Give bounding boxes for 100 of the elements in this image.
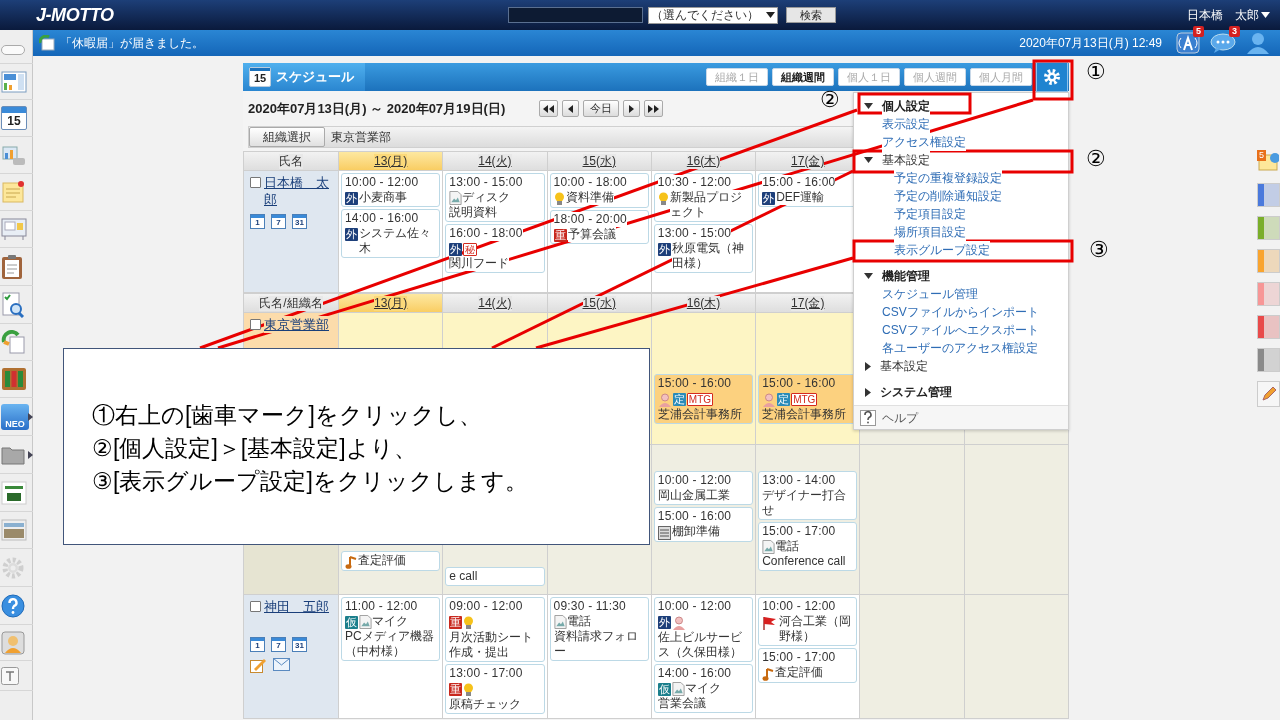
caret-right-icon[interactable] xyxy=(865,361,871,371)
menu-link[interactable]: アクセス権設定 xyxy=(882,133,966,151)
select-field[interactable]: （選んでください） xyxy=(648,6,778,24)
binders-icon[interactable] xyxy=(1,367,27,391)
calendar-icon[interactable]: 7 xyxy=(271,637,286,652)
document-search-icon[interactable] xyxy=(1,291,25,318)
text-icon[interactable] xyxy=(1,666,19,685)
schedule-event[interactable]: 09:30 - 11:30 電話 資料請求フォロー xyxy=(549,597,649,661)
previous-day-button[interactable] xyxy=(562,100,580,117)
user-menu[interactable]: 日本橋 太郎 xyxy=(1187,6,1270,24)
menu-heading[interactable]: 機能管理 xyxy=(882,267,930,285)
day-link[interactable]: 16(木) xyxy=(686,295,721,311)
help-icon[interactable] xyxy=(860,409,876,426)
caret-down-icon[interactable] xyxy=(864,157,873,163)
calendar-icon[interactable]: 15 xyxy=(1,106,27,130)
schedule-event[interactable]: 16:00 - 18:00 外 秘 関川フード xyxy=(445,224,545,273)
schedule-event[interactable]: 11:00 - 12:00 仮 マイク PCメディア機器（中村様） xyxy=(341,597,441,661)
menu-heading[interactable]: 基本設定 xyxy=(880,357,928,375)
pencil-tab[interactable] xyxy=(1257,381,1280,407)
schedule-event[interactable]: 10:00 - 12:00 外 小麦商事 xyxy=(341,173,441,207)
schedule-event[interactable]: 15:00 - 17:00 査定評価 xyxy=(758,648,858,683)
logo[interactable]: J-MOTTO xyxy=(36,1,136,29)
menu-link[interactable]: 場所項目設定 xyxy=(894,223,966,241)
schedule-event[interactable]: 15:00 - 16:00 棚卸準備 xyxy=(653,507,754,542)
menu-link[interactable]: CSVファイルからインポート xyxy=(882,303,1039,321)
schedule-event[interactable]: 09:00 - 12:00 重 月次活動シート作成・提出 xyxy=(445,597,545,662)
schedule-event[interactable]: 13:00 - 15:00 ディスク 説明資料 xyxy=(445,173,545,222)
color-tab[interactable] xyxy=(1257,348,1280,372)
day-link[interactable]: 14(火) xyxy=(478,295,512,311)
next-day-button[interactable] xyxy=(623,100,641,117)
checkbox[interactable] xyxy=(250,601,261,612)
schedule-event[interactable]: 10:00 - 12:00 外 佐上ビルサービス（久保田様） xyxy=(653,597,754,662)
edit-icon[interactable] xyxy=(250,658,267,673)
memo-icon[interactable] xyxy=(1257,150,1279,172)
checkbox[interactable] xyxy=(250,177,261,188)
antenna-icon[interactable] xyxy=(1176,32,1200,54)
toggle-icon[interactable] xyxy=(1,44,25,55)
name-link[interactable]: 日本橋 太郎 xyxy=(264,174,332,208)
schedule-event[interactable]: 18:00 - 20:00 重 予算会議 xyxy=(549,210,649,244)
day-link[interactable]: 15(水) xyxy=(582,153,616,169)
color-tab[interactable] xyxy=(1257,183,1280,207)
next-week-button[interactable] xyxy=(644,100,664,117)
schedule-event[interactable]: 15:00 - 17:00 電話 Conference call xyxy=(758,522,858,571)
search-field[interactable] xyxy=(508,7,643,23)
menu-link[interactable]: 表示グループ設定 xyxy=(894,241,990,259)
schedule-event[interactable]: 10:00 - 18:00 資料準備 xyxy=(549,173,649,208)
day-link[interactable]: 13(月) xyxy=(373,295,408,311)
search-button[interactable]: 検索 xyxy=(786,7,836,23)
memo-icon[interactable] xyxy=(1,180,25,204)
notice-message[interactable]: 「休暇届」が届きました。 xyxy=(60,34,204,52)
color-tab[interactable] xyxy=(1257,216,1280,240)
caret-right-icon[interactable] xyxy=(865,387,871,397)
calendar-icon[interactable]: 7 xyxy=(271,214,286,229)
day-link[interactable]: 13(月) xyxy=(373,153,408,169)
menu-link[interactable]: CSVファイルへエクスポート xyxy=(882,321,1039,339)
user-icon[interactable] xyxy=(1246,32,1270,54)
menu-heading[interactable]: システム管理 xyxy=(880,383,952,401)
submenu-arrow-icon[interactable] xyxy=(28,412,33,421)
schedule-event[interactable]: 10:00 - 12:00 河合工業（岡野様） xyxy=(758,597,858,646)
schedule-event[interactable]: e call xyxy=(445,567,545,586)
calendar-icon[interactable]: 31 xyxy=(292,214,307,229)
help-link[interactable]: ヘルプ xyxy=(882,408,918,427)
caret-down-icon[interactable] xyxy=(864,103,873,109)
view-tab[interactable]: 組織週間 xyxy=(772,68,834,86)
day-link[interactable]: 16(木) xyxy=(686,153,721,169)
menu-link[interactable]: 表示設定 xyxy=(882,115,930,133)
schedule-event[interactable]: 査定評価 xyxy=(341,551,441,571)
menu-link[interactable]: 予定項目設定 xyxy=(894,205,966,223)
schedule-event[interactable]: 10:30 - 12:00 新製品プロジェクト xyxy=(653,173,754,222)
name-link[interactable]: 神田 五郎 xyxy=(264,598,329,615)
menu-link[interactable]: スケジュール管理 xyxy=(882,285,978,303)
settings-button[interactable] xyxy=(1036,61,1068,92)
dashboard-icon[interactable] xyxy=(1,70,27,93)
menu-link[interactable]: 予定の重複登録設定 xyxy=(894,169,1002,187)
previous-week-button[interactable] xyxy=(539,100,559,117)
mail-icon[interactable] xyxy=(273,658,290,671)
schedule-event[interactable]: 13:00 - 15:00 外 秋原電気（神田様） xyxy=(653,224,754,273)
color-tab[interactable] xyxy=(1257,249,1280,273)
day-link[interactable]: 17(金) xyxy=(791,153,825,169)
schedule-event[interactable]: 15:00 - 16:00 定 MTG 芝浦会計事務所 xyxy=(653,374,754,424)
organization-select-button[interactable]: 組織選択 xyxy=(249,127,325,147)
schedule-event[interactable]: 13:00 - 14:00 デザイナー打合せ xyxy=(758,471,858,520)
color-tab[interactable] xyxy=(1257,282,1280,306)
menu-heading[interactable]: 基本設定 xyxy=(882,151,930,169)
schedule-event[interactable]: 14:00 - 16:00 仮 マイク 営業会議 xyxy=(653,664,754,713)
calendar-icon[interactable]: 31 xyxy=(292,637,307,652)
clipboard-icon[interactable] xyxy=(1,253,23,280)
menu-link[interactable]: 予定の削除通知設定 xyxy=(894,187,1002,205)
neo-icon[interactable]: NEO xyxy=(1,403,29,430)
checkbox[interactable] xyxy=(250,319,261,330)
chart-icon[interactable] xyxy=(1,143,27,167)
calendar-icon[interactable]: 1 xyxy=(250,214,265,229)
day-link[interactable]: 14(火) xyxy=(478,153,512,169)
schedule-event[interactable]: 13:00 - 17:00 重 原稿チェック xyxy=(445,664,545,714)
banner-icon[interactable] xyxy=(1,480,27,505)
submenu-arrow-icon[interactable] xyxy=(28,450,33,459)
day-link[interactable]: 15(水) xyxy=(582,295,616,311)
menu-heading[interactable]: 個人設定 xyxy=(882,97,930,115)
today-button[interactable]: 今日 xyxy=(583,100,620,117)
caret-down-icon[interactable] xyxy=(864,273,873,279)
